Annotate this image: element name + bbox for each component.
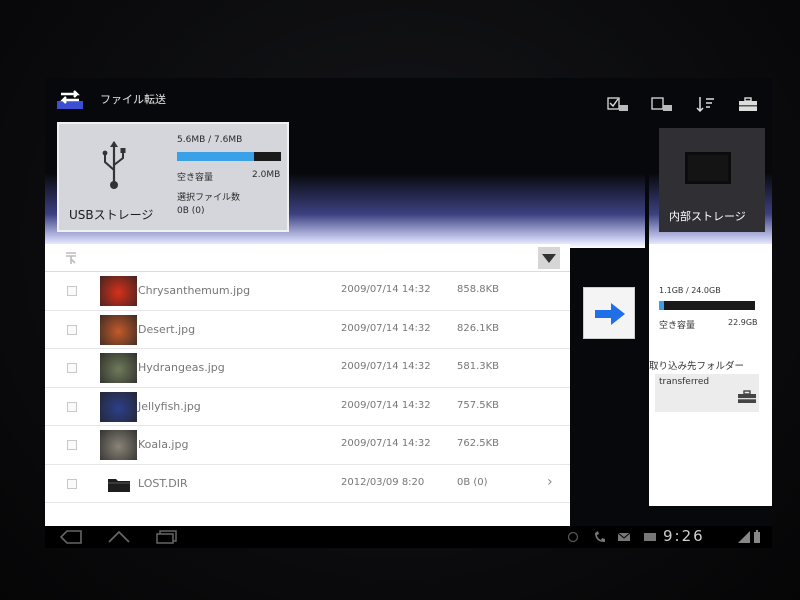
file-name: Koala.jpg	[138, 438, 189, 451]
notification-dot-icon	[567, 531, 579, 543]
back-icon[interactable]	[59, 530, 83, 544]
home-icon[interactable]	[107, 530, 131, 544]
file-thumbnail	[100, 430, 137, 460]
select-all-icon[interactable]	[607, 96, 629, 112]
file-row[interactable]: Koala.jpg 2009/07/14 14:32 762.5KB	[45, 426, 570, 465]
file-name: Chrysanthemum.jpg	[138, 284, 251, 297]
recent-apps-icon[interactable]	[155, 530, 179, 544]
deselect-all-icon[interactable]	[651, 96, 673, 112]
usb-icon	[102, 141, 126, 189]
usb-free-value: 2.0MB	[252, 170, 281, 180]
file-date: 2009/07/14 14:32	[341, 284, 431, 295]
battery-icon	[754, 530, 760, 543]
file-checkbox[interactable]	[67, 286, 77, 296]
usb-free-label: 空き容量	[177, 173, 214, 183]
toolbox-icon[interactable]	[737, 390, 757, 404]
file-thumbnail	[100, 314, 137, 345]
file-size: 0B (0)	[457, 476, 488, 488]
file-name: Desert.jpg	[138, 322, 196, 336]
file-size: 757.5KB	[457, 399, 500, 411]
file-name: LOST.DIR	[138, 476, 188, 490]
message-icon[interactable]	[643, 530, 657, 544]
usb-used-text: 5.6MB / 7.6MB	[177, 135, 243, 145]
missed-call-icon[interactable]	[593, 530, 607, 544]
file-row[interactable]: Chrysanthemum.jpg 2009/07/14 14:32 858.8KB	[45, 272, 570, 311]
chevron-right-icon[interactable]: ›	[547, 474, 553, 490]
destination-folder-name: transferred	[659, 377, 710, 387]
parent-folder-icon[interactable]	[63, 250, 79, 266]
file-date: 2009/07/14 14:32	[341, 361, 431, 372]
file-checkbox[interactable]	[67, 401, 77, 412]
selected-files-value: 0B (0)	[177, 206, 205, 216]
toolbox-icon[interactable]	[737, 96, 759, 112]
folder-icon	[108, 478, 130, 492]
file-date: 2009/07/14 14:32	[341, 399, 431, 411]
sort-dropdown-button[interactable]	[538, 247, 560, 269]
selected-files-label: 選択ファイル数	[177, 193, 241, 203]
mail-icon[interactable]	[617, 530, 631, 544]
usb-storage-label: USBストレージ	[69, 208, 154, 222]
internal-free-label: 空き容量	[659, 321, 696, 331]
file-rows: Chrysanthemum.jpg 2009/07/14 14:32 858.8KB…	[45, 272, 570, 503]
file-thumbnail	[100, 391, 137, 422]
arrow-right-icon	[595, 303, 625, 325]
file-date: 2012/03/09 8:20	[341, 476, 425, 488]
internal-capacity-bar	[659, 301, 755, 310]
file-size: 858.8KB	[457, 284, 500, 295]
file-list: Chrysanthemum.jpg 2009/07/14 14:32 858.8KB…	[45, 244, 570, 548]
internal-storage-card[interactable]: 内部ストレージ	[659, 128, 765, 232]
internal-used-text: 1.1GB / 24.0GB	[659, 286, 721, 295]
file-row[interactable]: Hydrangeas.jpg 2009/07/14 14:32 581.3KB	[45, 349, 570, 388]
file-checkbox[interactable]	[67, 363, 77, 373]
file-list-header	[45, 244, 570, 272]
file-checkbox[interactable]	[67, 440, 77, 450]
internal-free-value: 22.9GB	[728, 318, 758, 327]
internal-capacity-fill	[659, 301, 664, 310]
file-date: 2009/07/14 14:32	[341, 438, 431, 449]
clock: 9:26	[663, 527, 705, 545]
tablet-bezel: ファイル転送 USBストレージ 5.6MB / 7.6MB 空き容量 2.0MB…	[0, 0, 800, 600]
destination-folder-box[interactable]: transferred	[655, 374, 759, 412]
file-row[interactable]: Desert.jpg 2009/07/14 14:32 826.1KB	[45, 311, 570, 349]
usb-storage-card[interactable]: USBストレージ 5.6MB / 7.6MB 空き容量 2.0MB 選択ファイル…	[57, 122, 289, 232]
file-size: 762.5KB	[457, 438, 500, 449]
file-name: Jellyfish.jpg	[138, 399, 201, 413]
action-bar: ファイル転送	[45, 78, 772, 120]
file-name: Hydrangeas.jpg	[138, 361, 225, 374]
tablet-storage-icon	[685, 152, 731, 184]
dropdown-arrow-icon	[542, 254, 556, 263]
file-size: 826.1KB	[457, 322, 500, 334]
file-checkbox[interactable]	[67, 478, 77, 489]
file-size: 581.3KB	[457, 361, 500, 372]
tablet-screen: ファイル転送 USBストレージ 5.6MB / 7.6MB 空き容量 2.0MB…	[45, 78, 772, 548]
file-row[interactable]: Jellyfish.jpg 2009/07/14 14:32 757.5KB	[45, 388, 570, 426]
file-transfer-app-icon[interactable]	[57, 87, 83, 109]
internal-storage-panel: 1.1GB / 24.0GB 空き容量 22.9GB 取り込み先フォルダー tr…	[649, 244, 772, 506]
file-row[interactable]: LOST.DIR 2012/03/09 8:20 0B (0) ›	[45, 465, 570, 503]
wifi-icon	[738, 531, 750, 543]
usb-capacity-fill	[177, 152, 254, 161]
system-bar: 9:26	[45, 526, 772, 548]
app-title: ファイル転送	[100, 93, 166, 106]
usb-capacity-bar	[177, 152, 281, 161]
transfer-button[interactable]	[583, 287, 635, 339]
sort-icon[interactable]	[695, 96, 717, 112]
file-thumbnail	[100, 353, 137, 383]
file-date: 2009/07/14 14:32	[341, 322, 431, 334]
file-checkbox[interactable]	[67, 324, 77, 335]
internal-storage-label: 内部ストレージ	[669, 210, 746, 223]
destination-folder-label: 取り込み先フォルダー	[649, 361, 745, 372]
file-thumbnail	[100, 276, 137, 306]
